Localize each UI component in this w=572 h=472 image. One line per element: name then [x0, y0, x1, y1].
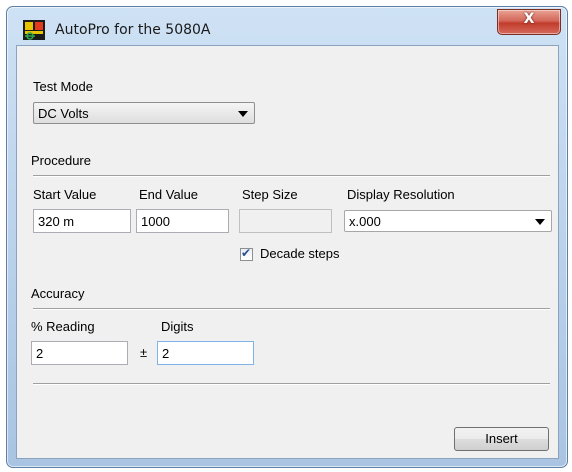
start-value-field[interactable]	[33, 209, 131, 233]
display-resolution-dropdown[interactable]: x.000	[344, 210, 552, 232]
digits-label: Digits	[161, 319, 194, 334]
plus-minus-symbol: ±	[140, 345, 148, 360]
window-title: AutoPro for the 5080A	[55, 22, 211, 38]
decade-steps-checkbox[interactable]: ✔	[240, 246, 253, 261]
procedure-separator	[33, 175, 550, 177]
digits-input[interactable]	[158, 342, 253, 364]
dialog-window: AutoPro for the 5080A X Test Mode DC Vol…	[6, 6, 568, 468]
chevron-down-icon	[535, 219, 545, 225]
insert-button[interactable]: Insert	[454, 427, 549, 451]
end-value-label: End Value	[139, 187, 199, 202]
procedure-section-label: Procedure	[31, 153, 91, 168]
start-value-input[interactable]	[34, 210, 130, 232]
step-size-field[interactable]	[239, 209, 332, 233]
test-mode-label: Test Mode	[33, 79, 93, 94]
reading-field[interactable]	[31, 341, 128, 365]
autopro-app-icon	[23, 20, 45, 40]
reading-label: % Reading	[31, 319, 95, 334]
reading-input[interactable]	[32, 342, 127, 364]
step-size-label: Step Size	[242, 187, 298, 202]
display-resolution-value: x.000	[349, 214, 381, 229]
dialog-client-area: Test Mode DC Volts Procedure Start Value…	[16, 45, 559, 459]
step-size-input[interactable]	[240, 210, 331, 232]
bottom-separator	[33, 383, 550, 385]
test-mode-value: DC Volts	[38, 106, 89, 121]
display-resolution-label: Display Resolution	[347, 187, 455, 202]
digits-field[interactable]	[157, 341, 254, 365]
chevron-down-icon	[238, 111, 248, 117]
close-button[interactable]: X	[497, 9, 561, 35]
close-icon: X	[523, 11, 535, 27]
test-mode-dropdown[interactable]: DC Volts	[33, 102, 255, 124]
end-value-field[interactable]	[136, 209, 229, 233]
accuracy-section-label: Accuracy	[31, 286, 85, 301]
accuracy-separator	[33, 308, 550, 310]
end-value-input[interactable]	[137, 210, 228, 232]
decade-steps-label: Decade steps	[260, 246, 340, 261]
checkmark-icon: ✔	[241, 246, 252, 260]
start-value-label: Start Value	[33, 187, 97, 202]
